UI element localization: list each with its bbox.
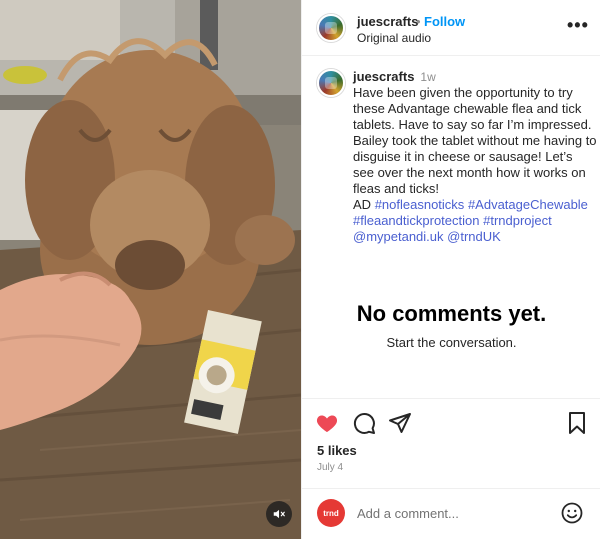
more-options-button[interactable]: •••: [567, 15, 589, 38]
hashtag-link[interactable]: #nofleasnoticks: [375, 197, 465, 212]
no-comments-title: No comments yet.: [356, 301, 547, 326]
mention-link[interactable]: @mypetandi.uk: [353, 229, 444, 244]
save-bookmark-icon[interactable]: [565, 411, 589, 435]
more-options-icon: •••: [567, 15, 589, 35]
mention-link[interactable]: @trndUK: [447, 229, 501, 244]
mute-icon: [273, 509, 285, 519]
current-user-avatar: trnd: [317, 499, 345, 527]
hashtag-link[interactable]: #fleaandtickprotection: [353, 213, 479, 228]
caption-text: Have been given the opportunity to try t…: [353, 85, 597, 196]
author-username[interactable]: juescrafts: [357, 14, 418, 29]
post-details-panel: juescrafts • Follow Original audio ••• j…: [301, 0, 600, 539]
mute-button[interactable]: [266, 501, 292, 527]
like-count[interactable]: 5 likes: [317, 443, 357, 458]
caption-time[interactable]: 1w: [420, 70, 435, 84]
comment-input[interactable]: [357, 502, 557, 524]
follow-button[interactable]: Follow: [424, 14, 465, 29]
post-date[interactable]: July 4: [317, 462, 343, 473]
post-header: juescrafts • Follow Original audio •••: [302, 0, 600, 56]
no-comments-subtitle: Start the conversation.: [386, 335, 517, 350]
like-heart-icon[interactable]: [315, 411, 339, 435]
current-user-avatar-text: trnd: [323, 508, 339, 518]
post-actions: 5 likes July 4: [302, 398, 600, 488]
caption-avatar[interactable]: [317, 69, 345, 97]
hashtag-link[interactable]: #AdvatageChewable: [468, 197, 588, 212]
author-avatar[interactable]: [317, 14, 345, 42]
comment-icon[interactable]: [352, 411, 376, 435]
hashtag-link[interactable]: #trndproject: [483, 213, 552, 228]
share-icon[interactable]: [388, 411, 412, 435]
post-photo: [0, 0, 301, 539]
caption: juescrafts 1w Have been given the opportu…: [353, 69, 597, 245]
caption-ad-label: AD: [353, 197, 372, 212]
post-media[interactable]: [0, 0, 301, 539]
header-separator: •: [416, 14, 421, 29]
emoji-icon[interactable]: [560, 501, 584, 525]
add-comment-bar: trnd: [302, 488, 600, 539]
caption-username[interactable]: juescrafts: [353, 69, 414, 84]
comments-area: juescrafts 1w Have been given the opportu…: [302, 57, 600, 397]
audio-label[interactable]: Original audio: [357, 31, 431, 45]
